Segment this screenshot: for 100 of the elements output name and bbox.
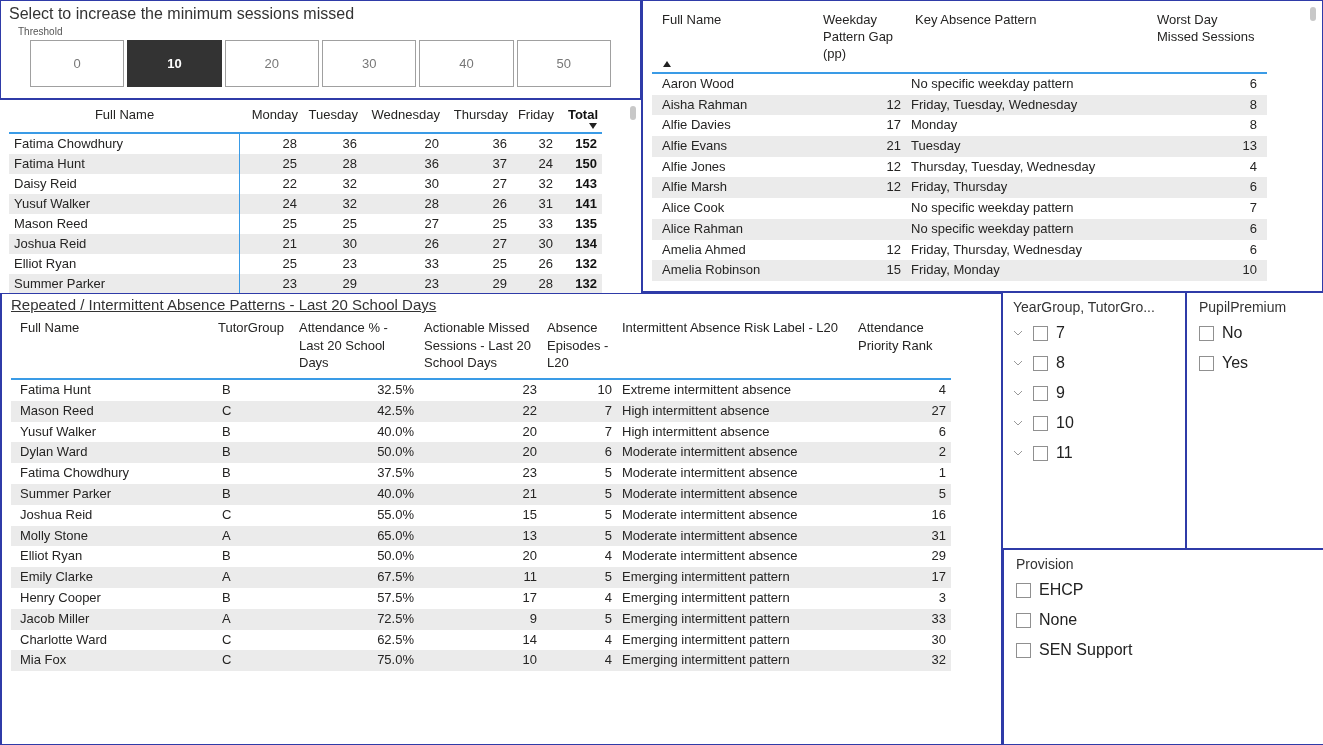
column-header[interactable]: TutorGroup — [218, 319, 284, 337]
table-cell: 29 — [931, 548, 946, 564]
column-header[interactable]: Tuesday — [308, 107, 358, 122]
column-header[interactable]: Full Name — [20, 319, 80, 337]
table-cell: 27 — [424, 216, 439, 231]
column-header[interactable]: Wednesday — [371, 107, 440, 122]
table-cell: Friday, Monday — [911, 262, 1000, 278]
table-row[interactable]: Molly Stone A 65.0% 13 5 Moderate intermittent absence 31 — [11, 525, 951, 547]
table-row[interactable]: Joshua Reid C 55.0% 15 5 Moderate intermittent absence 16 — [11, 504, 951, 526]
table-row[interactable]: Alfie Evans 21 Tuesday 13 — [652, 136, 1267, 157]
table-row[interactable]: Dylan Ward B 50.0% 20 6 Moderate intermittent absence 2 — [11, 442, 951, 464]
column-header[interactable]: Friday — [517, 107, 554, 122]
table-cell: 33 — [931, 610, 946, 626]
table-row[interactable]: Yusuf Walker B 40.0% 20 7 High intermittent absence 6 — [11, 421, 951, 443]
table-cell: Thursday, Tuesday, Wednesday — [911, 158, 1096, 174]
threshold-tile[interactable]: 10 — [127, 40, 222, 87]
slicer-option[interactable]: None — [1039, 611, 1078, 629]
table-cell: 17 — [522, 589, 537, 605]
checkbox[interactable] — [1199, 355, 1214, 371]
table-cell: 5 — [604, 506, 612, 522]
table-row[interactable]: Emily Clarke A 67.5% 11 5 Emerging intermittent pattern 17 — [11, 567, 951, 588]
table-cell: 4 — [604, 548, 612, 564]
table-cell: 21 — [522, 486, 537, 501]
table-row[interactable]: Jacob Miller A 72.5% 9 5 Emerging intermittent pattern 33 — [11, 608, 951, 630]
column-header[interactable]: Absence Episodes - L20 — [547, 319, 613, 372]
column-header[interactable]: Attendance Priority Rank — [858, 319, 947, 354]
threshold-tile[interactable]: 50 — [516, 40, 611, 87]
table-row[interactable]: Amelia Robinson 15 Friday, Monday 10 — [652, 260, 1267, 281]
column-header[interactable]: Key Absence Pattern — [915, 11, 1037, 68]
table-row[interactable]: Alice Rahman No specific weekday pattern 6 — [652, 218, 1267, 240]
table-row[interactable]: Fatima Hunt 25 28 36 37 24 150 — [9, 154, 602, 174]
table-row[interactable]: Mia Fox C 75.0% 10 4 Emerging intermittent pattern 32 — [11, 650, 951, 672]
checkbox[interactable] — [1033, 445, 1048, 461]
table-cell: 12 — [886, 179, 901, 195]
column-header[interactable]: Total — [567, 107, 598, 129]
chevron-down-icon[interactable] — [1013, 420, 1023, 426]
table-row[interactable]: Elliot Ryan B 50.0% 20 4 Moderate intermittent absence 29 — [11, 546, 951, 568]
scrollbar-thumb[interactable] — [630, 106, 636, 120]
chevron-down-icon[interactable] — [1013, 390, 1023, 396]
column-header[interactable]: Full Name — [94, 107, 155, 122]
table-cell: 75.0% — [377, 652, 414, 668]
slicer-option[interactable]: No — [1222, 324, 1243, 342]
threshold-tile[interactable]: 20 — [224, 40, 319, 87]
column-header[interactable]: Attendance % - Last 20 School Days — [299, 319, 415, 372]
threshold-tile[interactable]: 30 — [322, 40, 417, 87]
slicer-option[interactable]: 9 — [1056, 384, 1065, 402]
slicer-option[interactable]: 7 — [1056, 324, 1065, 342]
table-cell: 32 — [931, 652, 946, 668]
table-cell: Fatima Hunt — [14, 156, 85, 171]
checkbox[interactable] — [1016, 642, 1031, 658]
column-header[interactable]: Thursday — [453, 107, 508, 122]
table-row[interactable]: Fatima Chowdhury B 37.5% 23 5 Moderate intermittent absence 1 — [11, 463, 951, 484]
table-row[interactable]: Joshua Reid 21 30 26 27 30 134 — [9, 234, 602, 254]
slicer-option[interactable]: 10 — [1056, 414, 1074, 432]
table-row[interactable]: Mason Reed C 42.5% 22 7 High intermittent absence 27 — [11, 400, 951, 422]
table-row[interactable]: Amelia Ahmed 12 Friday, Thursday, Wednesday 6 — [652, 239, 1267, 261]
table-row[interactable]: Alfie Davies 17 Monday 8 — [652, 115, 1267, 137]
chevron-down-icon[interactable] — [1013, 330, 1023, 336]
table-cell: 21 — [282, 236, 297, 251]
column-header[interactable]: Full Name — [662, 11, 722, 68]
threshold-tile[interactable]: 40 — [419, 40, 514, 87]
checkbox[interactable] — [1033, 415, 1048, 431]
table-row[interactable]: Charlotte Ward C 62.5% 14 4 Emerging intermittent pattern 30 — [11, 629, 951, 651]
table-cell: 36 — [492, 136, 507, 151]
table-row[interactable]: Aisha Rahman 12 Friday, Tuesday, Wednesday 8 — [652, 94, 1267, 116]
checkbox[interactable] — [1033, 355, 1048, 371]
table-row[interactable]: Alfie Marsh 12 Friday, Thursday 6 — [652, 177, 1267, 199]
scrollbar-thumb[interactable] — [1310, 7, 1316, 21]
table-cell: Monday — [911, 117, 958, 133]
slicer-title: YearGroup, TutorGro... — [1013, 299, 1156, 315]
table-row[interactable]: Yusuf Walker 24 32 28 26 31 141 — [9, 194, 602, 214]
column-header[interactable]: Worst Day Missed Sessions — [1157, 11, 1257, 68]
checkbox[interactable] — [1033, 325, 1048, 341]
slicer-option[interactable]: SEN Support — [1039, 641, 1133, 659]
table-row[interactable]: Alice Cook No specific weekday pattern 7 — [652, 198, 1267, 219]
table-row[interactable]: Fatima Hunt B 32.5% 23 10 Extreme intermittent absence 4 — [11, 380, 951, 401]
checkbox[interactable] — [1199, 325, 1214, 341]
table-cell: Fatima Hunt — [20, 382, 91, 397]
table-row[interactable]: Summer Parker 23 29 23 29 28 132 — [9, 274, 602, 293]
slicer-option[interactable]: EHCP — [1039, 581, 1084, 599]
slicer-option[interactable]: Yes — [1222, 354, 1249, 372]
slicer-option[interactable]: 11 — [1056, 444, 1073, 462]
table-cell: C — [222, 402, 232, 418]
table-row[interactable]: Henry Cooper B 57.5% 17 4 Emerging intermittent pattern 3 — [11, 587, 951, 609]
table-cell: Emerging intermittent pattern — [622, 569, 790, 585]
table-row[interactable]: Summer Parker B 40.0% 21 5 Moderate intermittent absence 5 — [11, 484, 951, 505]
chevron-down-icon[interactable] — [1013, 360, 1023, 366]
checkbox[interactable] — [1016, 582, 1031, 598]
table-row[interactable]: Aaron Wood No specific weekday pattern 6 — [652, 74, 1267, 95]
column-header[interactable]: Monday — [251, 107, 298, 122]
checkbox[interactable] — [1016, 612, 1031, 628]
column-header[interactable]: Intermittent Absence Risk Label - L20 — [622, 319, 839, 337]
threshold-tile[interactable]: 0 — [30, 40, 125, 87]
column-header[interactable]: Weekday Pattern Gap (pp) — [823, 11, 903, 68]
column-header[interactable]: Actionable Missed Sessions - Last 20 School Days — [424, 319, 538, 372]
slicer-option[interactable]: 8 — [1056, 354, 1065, 372]
checkbox[interactable] — [1033, 385, 1048, 401]
slicer-title: Select to increase the minimum sessions missed — [9, 5, 356, 23]
table-row[interactable]: Alfie Jones 12 Thursday, Tuesday, Wednesday 4 — [652, 156, 1267, 178]
chevron-down-icon[interactable] — [1013, 450, 1023, 456]
